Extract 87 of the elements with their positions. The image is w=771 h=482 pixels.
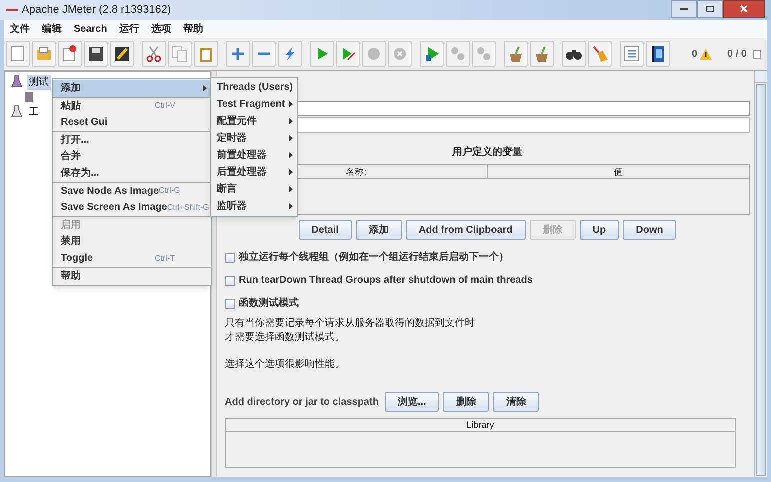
action-button[interactable]: Add from Clipboard	[406, 220, 526, 240]
stop-icon[interactable]	[362, 41, 386, 67]
context-menu-item[interactable]: 帮助	[53, 267, 211, 284]
menu-item[interactable]: Search	[74, 22, 108, 36]
shutdown-icon[interactable]	[388, 41, 412, 67]
classpath-label: Add directory or jar to classpath	[225, 396, 379, 410]
column-header[interactable]: 值	[614, 165, 623, 178]
remote-start-icon[interactable]	[420, 41, 444, 67]
menu-item[interactable]: 帮助	[183, 22, 204, 36]
submenu-item[interactable]: 定时器	[211, 130, 297, 147]
close-icon	[740, 5, 748, 13]
tree-node-label[interactable]: 测试	[27, 74, 51, 90]
table-title: 用户定义的变量	[452, 145, 522, 160]
note-text: 才需要选择函数测试模式。	[225, 331, 346, 345]
warning-icon	[700, 48, 712, 60]
note-text: 选择这个选项很影响性能。	[225, 358, 346, 372]
paste-icon[interactable]	[194, 41, 218, 67]
maximize-button[interactable]	[697, 0, 723, 18]
error-count: 0	[692, 48, 698, 62]
scrollbar[interactable]	[754, 71, 767, 477]
context-menu-item[interactable]: Save Screen As ImageCtrl+Shift-G	[53, 199, 211, 216]
checkbox-label: 函数测试模式	[239, 296, 299, 311]
expand-icon[interactable]	[226, 41, 250, 67]
submenu-item[interactable]: Test Fragment	[211, 96, 297, 113]
context-menu-item[interactable]: 添加	[53, 80, 211, 97]
submenu-arrow-icon	[289, 203, 293, 210]
collapse-icon[interactable]	[252, 41, 276, 67]
save-as-icon[interactable]	[110, 41, 134, 67]
note-text: 只有当你需要记录每个请求从服务器取得的数据到文件时	[225, 317, 476, 331]
checkbox[interactable]	[225, 276, 235, 286]
action-button[interactable]: 浏览...	[384, 392, 440, 412]
menu-item[interactable]: 编辑	[42, 22, 62, 36]
tree-node-label[interactable]: 工	[27, 104, 41, 120]
submenu-item[interactable]: 断言	[211, 181, 297, 198]
submenu-item[interactable]: 配置元件	[211, 113, 297, 130]
context-menu-item[interactable]: 合并	[53, 148, 211, 165]
new-file-icon[interactable]	[6, 41, 30, 67]
clear-icon[interactable]	[504, 41, 528, 67]
column-header[interactable]: 名称:	[346, 165, 367, 178]
minimize-button[interactable]	[671, 0, 697, 18]
status-checkbox[interactable]	[753, 50, 761, 58]
toggle-icon[interactable]	[278, 41, 302, 67]
start-no-pause-icon[interactable]	[336, 41, 360, 67]
cut-icon[interactable]	[142, 41, 166, 67]
tree-node-icon	[11, 75, 23, 89]
submenu-item[interactable]: 监听器	[211, 198, 297, 215]
save-icon[interactable]	[84, 41, 108, 67]
submenu-arrow-icon	[289, 118, 293, 125]
checkbox[interactable]	[225, 298, 235, 308]
close-button[interactable]	[723, 0, 765, 18]
action-button[interactable]: 添加	[356, 220, 402, 240]
action-button[interactable]: Down	[623, 220, 676, 240]
help-icon[interactable]	[646, 41, 670, 67]
submenu-arrow-icon	[289, 135, 293, 142]
submenu-arrow-icon	[203, 85, 207, 92]
menu-item[interactable]: 运行	[119, 22, 140, 36]
submenu-item[interactable]: 前置处理器	[211, 147, 297, 164]
action-button[interactable]: 清除	[493, 392, 540, 412]
menu-item[interactable]: 文件	[10, 22, 30, 36]
checkbox-label: Run tearDown Thread Groups after shutdown of main threads	[239, 274, 533, 288]
menu-item[interactable]: 选项	[151, 22, 172, 36]
action-button[interactable]: Up	[580, 220, 620, 240]
checkbox[interactable]	[225, 252, 235, 262]
submenu-item[interactable]: 后置处理器	[211, 164, 297, 181]
thread-count: 0 / 0	[728, 48, 747, 62]
close-file-icon[interactable]	[58, 41, 82, 67]
window-title: Apache JMeter (2.8 r1393162)	[22, 2, 172, 18]
submenu-arrow-icon	[289, 152, 293, 159]
open-folder-icon[interactable]	[32, 41, 56, 67]
context-menu-item[interactable]: Reset Gui	[53, 114, 211, 131]
submenu-arrow-icon	[289, 101, 293, 108]
tree-node-icon	[11, 105, 23, 119]
submenu-item[interactable]: Threads (Users)	[211, 79, 297, 96]
submenu-arrow-icon	[289, 186, 293, 193]
action-button[interactable]: 删除	[443, 392, 490, 412]
context-menu-item[interactable]: 保存为...	[53, 165, 211, 182]
submenu-arrow-icon	[289, 169, 293, 176]
context-menu-item[interactable]: 禁用	[53, 233, 211, 250]
clear-all-icon[interactable]	[530, 41, 554, 67]
column-header[interactable]: Library	[226, 419, 735, 432]
app-icon	[6, 6, 18, 14]
checkbox-label: 独立运行每个线程组（例如在一个组运行结束后启动下一个）	[239, 250, 509, 265]
action-button[interactable]: Detail	[298, 220, 352, 240]
context-menu-item[interactable]: Toggle Ctrl-T	[53, 250, 211, 267]
start-icon[interactable]	[310, 41, 334, 67]
search-icon[interactable]	[562, 41, 586, 67]
remote-shutdown-icon[interactable]	[472, 41, 496, 67]
